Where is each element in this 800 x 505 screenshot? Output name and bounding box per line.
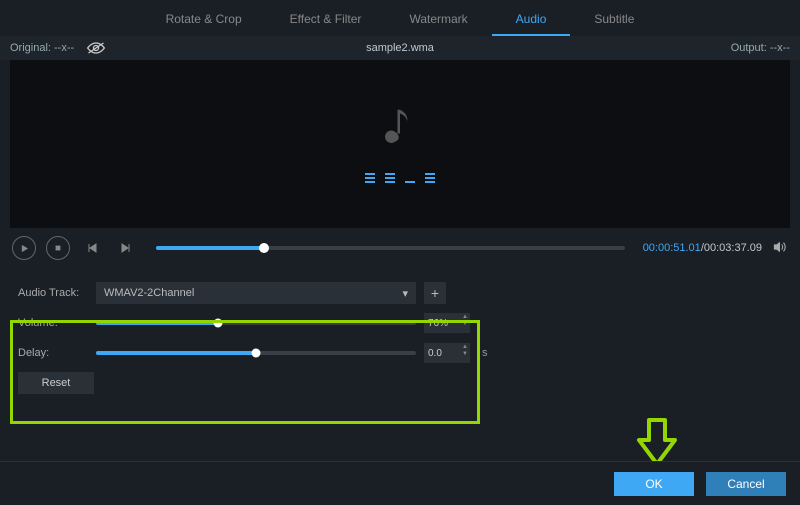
- delay-unit: s: [482, 347, 488, 359]
- music-note-icon: [385, 106, 415, 149]
- time-display: 00:00:51.01/00:03:37.09: [643, 242, 762, 254]
- audio-track-label: Audio Track:: [18, 287, 88, 299]
- stop-button[interactable]: [46, 236, 70, 260]
- footer-bar: OK Cancel: [0, 461, 800, 505]
- volume-icon[interactable]: [772, 240, 788, 257]
- delay-spinner[interactable]: 0.0 ▲▼: [424, 343, 470, 363]
- delay-value: 0.0: [428, 348, 442, 359]
- total-time: 00:03:37.09: [704, 242, 762, 254]
- volume-slider[interactable]: [96, 321, 416, 325]
- audio-track-value: WMAV2-2Channel: [104, 287, 194, 299]
- volume-fill: [96, 321, 218, 325]
- play-button[interactable]: [12, 236, 36, 260]
- tab-watermark[interactable]: Watermark: [385, 4, 491, 36]
- delay-fill: [96, 351, 256, 355]
- volume-spinner[interactable]: 76% ▲▼: [424, 313, 470, 333]
- volume-up-icon[interactable]: ▲: [462, 314, 468, 321]
- preview-panel: [10, 60, 790, 228]
- audio-track-select[interactable]: WMAV2-2Channel ▾: [96, 282, 416, 304]
- info-bar: Original: --x-- sample2.wma Output: --x-…: [0, 36, 800, 60]
- delay-down-icon[interactable]: ▼: [462, 351, 468, 358]
- next-button[interactable]: [114, 236, 138, 260]
- output-size-label: Output: --x--: [731, 42, 790, 54]
- delay-label: Delay:: [18, 347, 88, 359]
- reset-button[interactable]: Reset: [18, 372, 94, 394]
- chevron-down-icon: ▾: [402, 287, 408, 300]
- seek-fill: [156, 246, 264, 250]
- tab-bar: Rotate & Crop Effect & Filter Watermark …: [0, 0, 800, 36]
- delay-up-icon[interactable]: ▲: [462, 344, 468, 351]
- volume-value: 76%: [428, 318, 448, 329]
- volume-thumb[interactable]: [213, 319, 222, 328]
- tab-subtitle[interactable]: Subtitle: [570, 4, 658, 36]
- preview-toggle-icon[interactable]: [86, 41, 106, 55]
- filename-label: sample2.wma: [366, 42, 434, 54]
- transport-bar: 00:00:51.01/00:03:37.09: [0, 228, 800, 268]
- seek-thumb[interactable]: [259, 243, 269, 253]
- delay-thumb[interactable]: [252, 349, 261, 358]
- original-size-label: Original: --x--: [10, 42, 74, 54]
- volume-label: Volume:: [18, 317, 88, 329]
- equalizer-icon: [365, 171, 435, 183]
- current-time: 00:00:51.01: [643, 242, 701, 254]
- volume-down-icon[interactable]: ▼: [462, 321, 468, 328]
- ok-button[interactable]: OK: [614, 472, 694, 496]
- prev-button[interactable]: [80, 236, 104, 260]
- audio-controls: Audio Track: WMAV2-2Channel ▾ + Volume: …: [0, 268, 800, 408]
- add-track-button[interactable]: +: [424, 282, 446, 304]
- seek-slider[interactable]: [156, 246, 625, 250]
- tab-rotate-crop[interactable]: Rotate & Crop: [142, 4, 266, 36]
- tab-effect-filter[interactable]: Effect & Filter: [266, 4, 386, 36]
- cancel-button[interactable]: Cancel: [706, 472, 786, 496]
- tab-audio[interactable]: Audio: [492, 4, 571, 36]
- delay-slider[interactable]: [96, 351, 416, 355]
